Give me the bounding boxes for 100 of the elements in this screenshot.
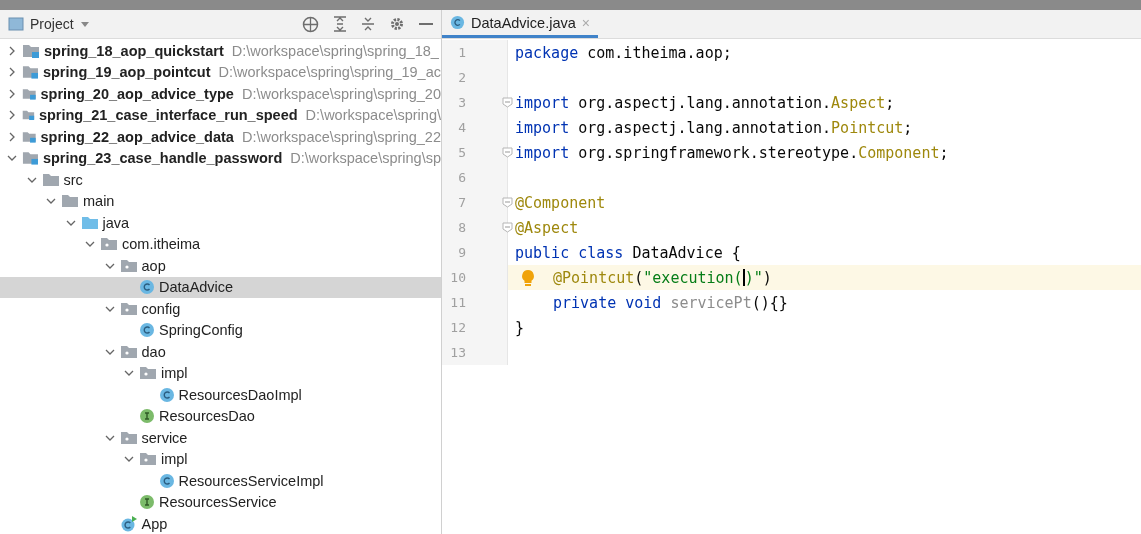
code-line: @Aspect — [514, 218, 579, 237]
panel-title[interactable]: Project — [30, 16, 74, 32]
line-number: 9 — [457, 245, 466, 260]
item-name: src — [63, 171, 83, 188]
expand-all-icon[interactable] — [333, 16, 347, 32]
line-number: 3 — [457, 95, 466, 110]
tree-item[interactable]: impl — [0, 448, 441, 470]
tree-item[interactable]: SpringConfig — [0, 319, 441, 341]
code-line: import org.springframework.stereotype.Component; — [514, 143, 949, 162]
item-name: spring_21_case_interface_run_speed — [38, 107, 298, 124]
folder-icon — [41, 171, 60, 188]
item-name: impl — [161, 451, 188, 468]
interface-icon — [139, 494, 155, 511]
tree-item[interactable]: service — [0, 427, 441, 449]
item-name: SpringConfig — [159, 322, 243, 339]
code-line: import org.aspectj.lang.annotation.Aspect; — [514, 93, 895, 112]
fold-marker-icon[interactable] — [502, 197, 513, 208]
tree-item[interactable]: spring_21_case_interface_run_speed D:\workspace\spring\ — [0, 104, 441, 126]
tree-item[interactable]: ResourcesDao — [0, 405, 441, 427]
module-path: D:\workspace\spring\spring_19_ac — [218, 64, 441, 81]
tree-item[interactable]: impl — [0, 362, 441, 384]
tree-item[interactable]: config — [0, 298, 441, 320]
module-path: D:\workspace\spring\spring_20 — [241, 85, 441, 102]
item-name: spring_22_aop_advice_data — [40, 128, 234, 145]
module-path: D:\workspace\spring\sp — [290, 150, 441, 167]
tree-item[interactable]: spring_20_aop_advice_type D:\workspace\spring\spring_20 — [0, 83, 441, 105]
line-number: 11 — [449, 295, 466, 310]
item-name: ResourcesService — [159, 494, 277, 511]
tree-item[interactable]: src — [0, 169, 441, 191]
line-number: 1 — [457, 45, 466, 60]
tree-item[interactable]: ResourcesDaoImpl — [0, 384, 441, 406]
tree-item[interactable]: dao — [0, 341, 441, 363]
code-line: @Pointcut("execution()") — [552, 268, 772, 287]
code-line: import org.aspectj.lang.annotation.Pointcut; — [514, 118, 913, 137]
module-icon — [22, 150, 39, 167]
module-path: D:\workspace\spring\spring_18_ — [231, 42, 439, 59]
line-number: 6 — [457, 170, 466, 185]
item-name: spring_18_aop_quickstart — [44, 42, 224, 59]
line-number: 5 — [457, 145, 466, 160]
tree-item[interactable]: spring_19_aop_pointcut D:\workspace\spring\spring_19_ac — [0, 61, 441, 83]
module-path: D:\workspace\spring\spring_22 — [241, 128, 441, 145]
item-name: java — [102, 214, 130, 231]
item-name: ResourcesDaoImpl — [178, 386, 302, 403]
project-icon — [8, 17, 24, 31]
item-name: ResourcesDao — [159, 408, 255, 425]
line-number: 10 — [449, 270, 466, 285]
dropdown-caret-icon[interactable] — [79, 20, 90, 28]
code-line: package com.itheima.aop; — [514, 43, 732, 62]
runnable-class-icon — [119, 515, 138, 532]
minimize-icon[interactable] — [419, 22, 433, 26]
item-name: config — [141, 300, 181, 317]
collapse-all-icon[interactable] — [361, 16, 375, 32]
tree-item[interactable]: ResourcesServiceImpl — [0, 470, 441, 492]
item-name: ResourcesServiceImpl — [178, 472, 324, 489]
tree-item[interactable]: com.itheima — [0, 233, 441, 255]
tree-item[interactable]: ResourcesService — [0, 491, 441, 513]
item-name: dao — [141, 343, 166, 360]
package-icon — [119, 300, 138, 317]
code-line: private void servicePt(){} — [552, 293, 788, 312]
tree-item[interactable]: spring_23_case_handle_password D:\workspace\spring\sp — [0, 147, 441, 169]
tree-item[interactable]: java — [0, 212, 441, 234]
code-line: public class DataAdvice { — [514, 243, 741, 262]
class-icon — [158, 386, 175, 403]
package-icon — [139, 365, 157, 382]
tree-item[interactable]: main — [0, 190, 441, 212]
item-name: impl — [161, 365, 188, 382]
crosshair-icon[interactable] — [302, 15, 319, 33]
fold-marker-icon[interactable] — [502, 97, 513, 108]
module-path: D:\workspace\spring\ — [305, 107, 441, 124]
folder-icon — [61, 193, 79, 210]
code-line: @Component — [514, 193, 606, 212]
line-number: 12 — [449, 320, 466, 335]
folder-icon — [80, 214, 99, 231]
fold-marker-icon[interactable] — [502, 147, 513, 158]
item-name: aop — [141, 257, 166, 274]
item-name: DataAdvice — [159, 279, 234, 296]
fold-marker-icon[interactable] — [502, 222, 513, 233]
package-icon — [119, 343, 138, 360]
item-name: spring_19_aop_pointcut — [42, 64, 211, 81]
class-icon — [139, 322, 155, 339]
item-name: service — [141, 429, 188, 446]
package-icon — [139, 451, 157, 468]
item-name: com.itheima — [122, 236, 201, 253]
line-number: 8 — [457, 220, 466, 235]
item-name: spring_20_aop_advice_type — [40, 85, 234, 102]
class-icon — [158, 472, 175, 489]
package-icon — [119, 257, 138, 274]
tree-item[interactable]: DataAdvice — [0, 276, 441, 298]
code-line: } — [514, 318, 525, 337]
tree-item[interactable]: spring_22_aop_advice_data D:\workspace\spring\spring_22 — [0, 126, 441, 148]
tree-item[interactable]: App — [0, 513, 441, 534]
tree-item[interactable]: spring_18_aop_quickstart D:\workspace\spring\spring_18_ — [0, 40, 441, 62]
line-number: 7 — [457, 195, 466, 210]
class-icon — [450, 15, 465, 30]
module-icon — [22, 42, 40, 59]
line-number: 13 — [449, 345, 466, 360]
module-icon — [22, 64, 39, 81]
item-name: App — [141, 515, 168, 532]
settings-icon[interactable] — [389, 16, 405, 32]
tree-item[interactable]: aop — [0, 255, 441, 277]
